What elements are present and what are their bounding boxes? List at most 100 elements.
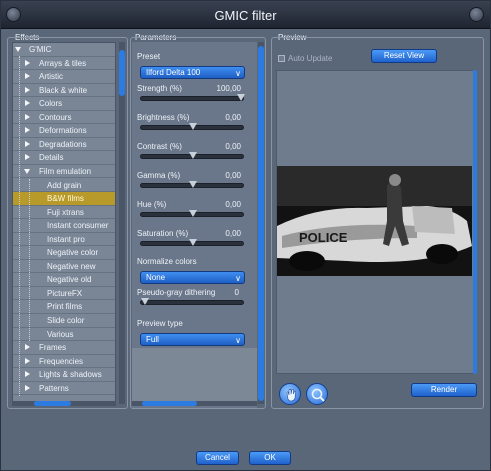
slider-value: 0,00 — [225, 200, 241, 209]
parameter-slider[interactable] — [140, 239, 244, 246]
effects-vertical-scrollbar[interactable] — [119, 42, 125, 404]
expand-arrow-icon[interactable] — [25, 357, 30, 364]
slider-label: Saturation (%) — [137, 229, 189, 238]
slider-handle[interactable] — [189, 152, 197, 159]
parameter-slider[interactable] — [140, 123, 244, 130]
tree-item-label: Artistic — [39, 72, 63, 82]
tree-item[interactable]: Degradations — [13, 138, 115, 152]
tree-item[interactable]: Artistic — [13, 70, 115, 84]
normalize-colors-select[interactable]: None ∨ — [140, 271, 245, 284]
preset-value: Ilford Delta 100 — [146, 68, 201, 77]
parameters-scroll-thumb[interactable] — [258, 46, 264, 401]
slider-handle[interactable] — [189, 181, 197, 188]
tree-item-label: B&W films — [47, 194, 84, 204]
tree-item-label: Contours — [39, 112, 72, 122]
effects-hscroll-thumb[interactable] — [34, 401, 71, 406]
tree-item[interactable]: Frequencies — [13, 355, 115, 369]
tree-item[interactable]: Frames — [13, 341, 115, 355]
tree-item[interactable]: G'MIC — [13, 43, 115, 57]
tree-item-label: Deformations — [39, 126, 87, 136]
tree-item-label: Negative old — [47, 275, 92, 285]
tree-item-label: Instant pro — [47, 234, 85, 244]
tree-item[interactable]: Patterns — [13, 382, 115, 396]
expand-arrow-icon[interactable] — [25, 344, 30, 351]
pseudo-gray-slider[interactable] — [140, 298, 244, 305]
tree-item-label: Add grain — [47, 180, 82, 190]
tree-item-label: Details — [39, 153, 64, 163]
expand-arrow-icon[interactable] — [25, 59, 30, 66]
pseudo-gray-value: 0 — [234, 288, 239, 297]
tree-item[interactable]: Arrays & tiles — [13, 57, 115, 71]
tree-item-label: Frames — [39, 343, 67, 353]
tree-item[interactable]: Black & white — [13, 84, 115, 98]
parameter-slider[interactable] — [140, 210, 244, 217]
parameter-slider[interactable] — [140, 94, 245, 101]
tree-item-label: Negative color — [47, 248, 99, 258]
window-title: GMIC filter — [214, 8, 277, 23]
effects-scroll-thumb[interactable] — [119, 50, 125, 96]
police-car-photo: POLICE — [277, 166, 472, 276]
expand-arrow-icon[interactable] — [25, 73, 30, 80]
tree-item-label: Arrays & tiles — [39, 58, 87, 68]
collapse-arrow-icon[interactable] — [15, 47, 21, 52]
tree-item[interactable]: Deformations — [13, 124, 115, 138]
tree-item[interactable]: Colors — [13, 97, 115, 111]
slider-value: 0,00 — [225, 171, 241, 180]
slider-handle[interactable] — [189, 123, 197, 130]
tree-item-label: Colors — [39, 99, 63, 109]
expand-arrow-icon[interactable] — [25, 86, 30, 93]
tree-item[interactable]: Lights & shadows — [13, 368, 115, 382]
expand-arrow-icon[interactable] — [25, 371, 30, 378]
cancel-button[interactable]: Cancel — [196, 451, 239, 465]
preview-type-select[interactable]: Full ∨ — [140, 333, 245, 346]
tree-item[interactable]: Details — [13, 151, 115, 165]
collapse-arrow-icon[interactable] — [24, 168, 30, 174]
tree-guide-line — [19, 56, 20, 396]
expand-arrow-icon[interactable] — [25, 113, 30, 120]
tree-item-label: Patterns — [39, 383, 69, 393]
preview-image: POLICE — [277, 166, 472, 276]
parameters-hscroll-thumb[interactable] — [142, 401, 197, 406]
parameter-slider[interactable] — [140, 152, 244, 159]
expand-arrow-icon[interactable] — [25, 154, 30, 161]
expand-arrow-icon[interactable] — [25, 384, 30, 391]
render-button[interactable]: Render — [411, 383, 477, 397]
normalize-colors-label: Normalize colors — [137, 257, 197, 266]
parameters-empty-area — [132, 348, 257, 404]
parameter-slider[interactable] — [140, 181, 244, 188]
parameters-horizontal-scrollbar[interactable] — [132, 401, 257, 406]
ok-button[interactable]: OK — [249, 451, 291, 465]
expand-arrow-icon[interactable] — [25, 127, 30, 134]
tree-item[interactable]: Contours — [13, 111, 115, 125]
auto-update-checkbox[interactable] — [278, 55, 285, 62]
parameters-vertical-scrollbar[interactable] — [258, 42, 264, 404]
preview-scroll-thumb[interactable] — [473, 70, 477, 374]
slider-value: 0,00 — [225, 142, 241, 151]
tree-item-label: Black & white — [39, 85, 88, 95]
tree-item[interactable]: Film emulation — [13, 165, 115, 179]
expand-arrow-icon[interactable] — [25, 100, 30, 107]
tree-item-label: Fuji xtrans — [47, 207, 84, 217]
title-bar: GMIC filter — [1, 1, 490, 29]
slider-handle[interactable] — [237, 94, 245, 101]
slider-handle[interactable] — [189, 239, 197, 246]
expand-arrow-icon[interactable] — [25, 140, 30, 147]
chevron-down-icon: ∨ — [235, 274, 241, 283]
tree-item-label: Slide color — [47, 316, 85, 325]
hand-icon — [286, 389, 296, 402]
close-window-icon[interactable] — [469, 7, 484, 22]
effects-horizontal-scrollbar[interactable] — [12, 401, 116, 406]
effects-tree[interactable]: G'MIC Arrays & tiles Artistic Black & white… — [12, 42, 116, 404]
preview-vertical-scrollbar[interactable] — [473, 70, 478, 374]
police-text: POLICE — [299, 230, 348, 245]
zoom-tool-button[interactable] — [306, 383, 328, 405]
tree-item-label: PictureFX — [47, 288, 83, 298]
preset-select[interactable]: Ilford Delta 100 ∨ — [140, 66, 245, 79]
pseudo-gray-slider-handle[interactable] — [141, 298, 149, 305]
preview-type-label: Preview type — [137, 319, 183, 328]
reset-view-button[interactable]: Reset View — [371, 49, 437, 63]
chevron-down-icon: ∨ — [235, 69, 241, 78]
hand-tool-button[interactable] — [279, 383, 301, 405]
slider-handle[interactable] — [189, 210, 197, 217]
slider-label: Hue (%) — [137, 200, 167, 209]
